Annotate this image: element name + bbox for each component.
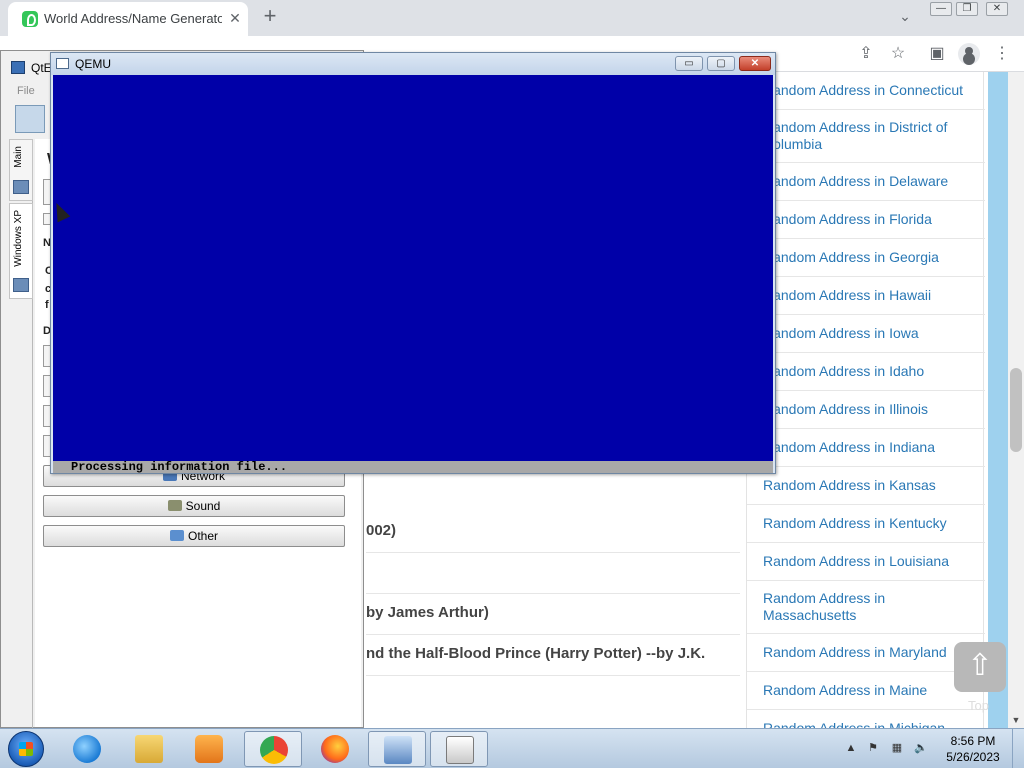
state-link[interactable]: Random Address in Idaho [747,353,985,391]
content-row[interactable]: nd the Half-Blood Prince (Harry Potter) … [366,635,740,676]
sound-button-label: Sound [185,499,221,513]
internet-explorer-icon [73,735,101,763]
taskbar-qemu[interactable] [430,731,488,767]
other-devices-icon [169,530,184,541]
state-link[interactable]: Random Address in Hawaii [747,277,985,315]
taskbar-qtemu[interactable] [368,731,426,767]
tab-search-icon[interactable]: ⌄ [896,8,914,26]
tab-main-label: Main [13,146,24,168]
clock-date[interactable]: 5/26/2023 [940,750,1006,764]
qtemu-title: QtE [31,61,52,75]
site-favicon-icon [22,11,38,27]
page-scrollbar[interactable]: ▼ [1008,72,1024,728]
state-link[interactable]: Random Address in Maine [747,672,985,710]
clock-time[interactable]: 8:56 PM [940,734,1006,748]
qemu-app-icon [56,58,69,69]
firefox-icon [321,735,349,763]
other-button-label: Other [187,529,218,543]
state-link[interactable]: Random Address in Illinois [747,391,985,429]
tray-expand-arrow-icon[interactable]: ▲ [844,741,858,755]
state-link[interactable]: Random Address in Louisiana [747,543,985,581]
browser-tab[interactable]: World Address/Name Generator ✕ [8,2,248,36]
scrollbar-thumb[interactable] [1010,368,1022,452]
state-link[interactable]: Random Address in Georgia [747,239,985,277]
tab-title: World Address/Name Generator [44,11,222,26]
volume-muted-icon[interactable]: 🔈 [914,741,928,755]
vm-tab-icon [13,278,29,292]
state-link[interactable]: Random Address in Indiana [747,429,985,467]
window-restore-button[interactable]: ❐ [956,2,978,16]
tab-windows-xp[interactable]: Windows XP [9,203,33,299]
bookmark-star-icon[interactable]: ☆ [888,44,908,64]
state-link[interactable]: Random Address in District of Columbia [747,110,985,163]
new-tab-button[interactable]: + [258,5,282,29]
state-link[interactable]: Random Address in Maryland [747,634,985,672]
show-desktop-button[interactable] [1012,729,1024,768]
other-button[interactable]: Other [43,525,345,547]
vm-setup-status-bar: Processing information file... [53,461,773,473]
scroll-down-arrow-icon[interactable]: ▼ [1008,712,1024,728]
share-icon[interactable]: ⇪ [856,44,876,64]
chrome-icon [260,736,288,764]
tab-main[interactable]: Main [9,139,33,201]
sound-icon [167,500,182,511]
description-stub: f [45,299,49,311]
taskbar-firefox[interactable] [306,731,364,767]
tab-close-icon[interactable]: ✕ [226,9,244,27]
back-to-top-label: Top [968,698,989,713]
qtemu-app-icon [11,61,25,74]
taskbar-internet-explorer[interactable] [58,731,116,767]
state-address-list: Random Address in Connecticut Random Add… [746,72,985,728]
state-link[interactable]: Random Address in Iowa [747,315,985,353]
state-link[interactable]: Random Address in Delaware [747,163,985,201]
state-link[interactable]: Random Address in Kansas [747,467,985,505]
qemu-window: QEMU ▭ ▢ ✕ Processing information file..… [50,52,776,474]
qemu-title: QEMU [75,57,111,71]
state-link[interactable]: Random Address in Florida [747,201,985,239]
state-link[interactable]: Random Address in Kentucky [747,505,985,543]
tab-windows-xp-label: Windows XP [13,210,24,267]
media-player-icon [195,735,223,763]
main-tab-icon [13,180,29,194]
network-status-icon[interactable]: ▦ [890,741,904,755]
qtemu-monitor-icon [384,736,412,764]
taskbar-file-explorer[interactable] [120,731,178,767]
qemu-titlebar[interactable]: QEMU ▭ ▢ ✕ [51,53,775,75]
side-panel-icon[interactable]: ▣ [927,44,947,64]
content-row[interactable]: by James Arthur) [366,594,740,635]
profile-avatar[interactable] [958,43,980,65]
taskbar-media-player[interactable] [180,731,238,767]
page-decoration-stripe [988,72,1008,728]
state-link[interactable]: Random Address in Massachusetts [747,581,985,634]
qemu-maximize-button[interactable]: ▢ [707,56,735,71]
qemu-close-button[interactable]: ✕ [739,56,771,71]
window-minimize-button[interactable]: — [930,2,952,16]
sound-button[interactable]: Sound [43,495,345,517]
state-link[interactable]: Random Address in Connecticut [747,72,985,110]
action-center-flag-icon[interactable]: ⚑ [866,741,880,755]
start-button[interactable] [8,731,44,767]
taskbar-chrome[interactable] [244,731,302,767]
qemu-minimize-button[interactable]: ▭ [675,56,703,71]
vm-display[interactable] [53,75,773,461]
state-link[interactable]: Random Address in Michigan [747,710,985,728]
folder-icon [135,735,163,763]
content-row[interactable]: 002) [366,512,740,553]
qtemu-vertical-tabs: Main Windows XP [9,139,33,729]
windows-taskbar: ▲ ⚑ ▦ 🔈 8:56 PM 5/26/2023 [0,728,1024,768]
browser-menu-icon[interactable]: ⋮ [992,44,1012,64]
vm-toolbar-icon[interactable] [15,105,45,133]
window-close-button[interactable]: ✕ [986,2,1008,16]
menu-file[interactable]: File [17,85,35,97]
content-row [366,553,740,594]
qemu-window-icon [446,736,474,764]
browser-tab-bar: World Address/Name Generator ✕ + ⌄ — ❐ ✕ [0,0,1024,36]
back-to-top-button[interactable]: ⇧ [954,642,1006,692]
